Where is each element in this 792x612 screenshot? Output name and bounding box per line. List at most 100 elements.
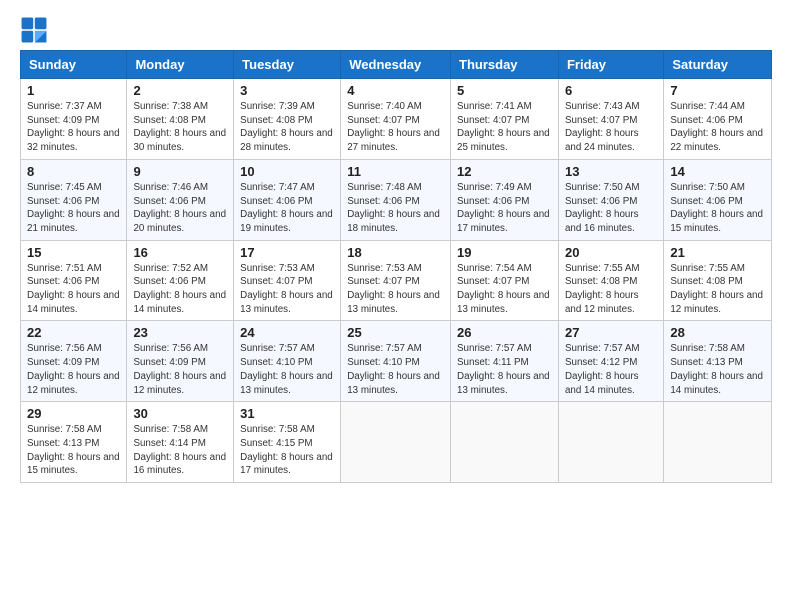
day-cell-1: 1Sunrise: 7:37 AMSunset: 4:09 PMDaylight…: [21, 79, 127, 160]
day-cell-27: 27 Sunrise: 7:57 AMSunset: 4:12 PMDayligh…: [558, 321, 663, 402]
header-saturday: Saturday: [664, 51, 772, 79]
day-number-6: 6: [565, 83, 657, 98]
day-cell-18: 18 Sunrise: 7:53 AMSunset: 4:07 PMDayligh…: [341, 240, 451, 321]
day-cell-25: 25 Sunrise: 7:57 AMSunset: 4:10 PMDayligh…: [341, 321, 451, 402]
day-detail-28: Sunrise: 7:58 AMSunset: 4:13 PMDaylight:…: [670, 342, 765, 397]
day-detail-30: Sunrise: 7:58 AMSunset: 4:14 PMDaylight:…: [133, 423, 227, 478]
day-cell-17: 17 Sunrise: 7:53 AMSunset: 4:07 PMDayligh…: [234, 240, 341, 321]
header-tuesday: Tuesday: [234, 51, 341, 79]
day-number-18: 18: [347, 245, 444, 260]
day-number-4: 4: [347, 83, 444, 98]
day-cell-10: 10Sunrise: 7:47 AMSunset: 4:06 PMDayligh…: [234, 159, 341, 240]
week-row-2: 8 Sunrise: 7:45 AMSunset: 4:06 PMDaylight…: [21, 159, 772, 240]
day-cell-29: 29 Sunrise: 7:58 AMSunset: 4:13 PMDayligh…: [21, 402, 127, 483]
day-number-21: 21: [670, 245, 765, 260]
day-detail-25: Sunrise: 7:57 AMSunset: 4:10 PMDaylight:…: [347, 342, 444, 397]
day-number-26: 26: [457, 325, 552, 340]
day-detail-19: Sunrise: 7:54 AMSunset: 4:07 PMDaylight:…: [457, 262, 552, 317]
day-detail-14: Sunrise: 7:50 AMSunset: 4:06 PMDaylight:…: [670, 181, 765, 236]
day-detail-12: Sunrise: 7:49 AMSunset: 4:06 PMDaylight:…: [457, 181, 552, 236]
day-detail-11: Sunrise: 7:48 AMSunset: 4:06 PMDaylight:…: [347, 181, 444, 236]
day-detail-22: Sunrise: 7:56 AMSunset: 4:09 PMDaylight:…: [27, 342, 120, 397]
day-number-13: 13: [565, 164, 657, 179]
day-cell-12: 12 Sunrise: 7:49 AMSunset: 4:06 PMDayligh…: [451, 159, 559, 240]
day-number-9: 9: [133, 164, 227, 179]
day-number-17: 17: [240, 245, 334, 260]
day-cell-5: 5 Sunrise: 7:41 AMSunset: 4:07 PMDaylight…: [451, 79, 559, 160]
day-detail-21: Sunrise: 7:55 AMSunset: 4:08 PMDaylight:…: [670, 262, 765, 317]
calendar-header: SundayMondayTuesdayWednesdayThursdayFrid…: [21, 51, 772, 79]
day-number-23: 23: [133, 325, 227, 340]
page: SundayMondayTuesdayWednesdayThursdayFrid…: [0, 0, 792, 612]
calendar: SundayMondayTuesdayWednesdayThursdayFrid…: [20, 50, 772, 483]
day-number-30: 30: [133, 406, 227, 421]
day-detail-31: Sunrise: 7:58 AMSunset: 4:15 PMDaylight:…: [240, 423, 334, 478]
week-row-5: 29 Sunrise: 7:58 AMSunset: 4:13 PMDayligh…: [21, 402, 772, 483]
day-number-7: 7: [670, 83, 765, 98]
day-cell-6: 6Sunrise: 7:43 AMSunset: 4:07 PMDaylight…: [558, 79, 663, 160]
calendar-body: 1Sunrise: 7:37 AMSunset: 4:09 PMDaylight…: [21, 79, 772, 483]
day-number-15: 15: [27, 245, 120, 260]
day-cell-8: 8 Sunrise: 7:45 AMSunset: 4:06 PMDaylight…: [21, 159, 127, 240]
day-number-14: 14: [670, 164, 765, 179]
day-cell-31: 31 Sunrise: 7:58 AMSunset: 4:15 PMDayligh…: [234, 402, 341, 483]
week-row-4: 22Sunrise: 7:56 AMSunset: 4:09 PMDayligh…: [21, 321, 772, 402]
header-wednesday: Wednesday: [341, 51, 451, 79]
day-detail-3: Sunrise: 7:39 AMSunset: 4:08 PMDaylight:…: [240, 100, 334, 155]
day-number-11: 11: [347, 164, 444, 179]
day-cell-23: 23 Sunrise: 7:56 AMSunset: 4:09 PMDayligh…: [127, 321, 234, 402]
day-number-29: 29: [27, 406, 120, 421]
day-detail-13: Sunrise: 7:50 AMSunset: 4:06 PMDaylight:…: [565, 181, 657, 236]
day-cell-16: 16Sunrise: 7:52 AMSunset: 4:06 PMDayligh…: [127, 240, 234, 321]
day-cell-22: 22Sunrise: 7:56 AMSunset: 4:09 PMDayligh…: [21, 321, 127, 402]
day-detail-17: Sunrise: 7:53 AMSunset: 4:07 PMDaylight:…: [240, 262, 334, 317]
day-detail-4: Sunrise: 7:40 AMSunset: 4:07 PMDaylight:…: [347, 100, 444, 155]
day-detail-8: Sunrise: 7:45 AMSunset: 4:06 PMDaylight:…: [27, 181, 120, 236]
header-row: SundayMondayTuesdayWednesdayThursdayFrid…: [21, 51, 772, 79]
empty-cell: [341, 402, 451, 483]
day-number-25: 25: [347, 325, 444, 340]
day-number-8: 8: [27, 164, 120, 179]
day-cell-13: 13 Sunrise: 7:50 AMSunset: 4:06 PMDayligh…: [558, 159, 663, 240]
day-cell-9: 9 Sunrise: 7:46 AMSunset: 4:06 PMDaylight…: [127, 159, 234, 240]
day-number-5: 5: [457, 83, 552, 98]
day-detail-29: Sunrise: 7:58 AMSunset: 4:13 PMDaylight:…: [27, 423, 120, 478]
day-number-27: 27: [565, 325, 657, 340]
day-cell-2: 2 Sunrise: 7:38 AMSunset: 4:08 PMDaylight…: [127, 79, 234, 160]
header-friday: Friday: [558, 51, 663, 79]
day-number-12: 12: [457, 164, 552, 179]
day-detail-5: Sunrise: 7:41 AMSunset: 4:07 PMDaylight:…: [457, 100, 552, 155]
day-number-31: 31: [240, 406, 334, 421]
logo-icon: [20, 16, 48, 44]
empty-cell: [558, 402, 663, 483]
day-cell-30: 30 Sunrise: 7:58 AMSunset: 4:14 PMDayligh…: [127, 402, 234, 483]
empty-cell: [664, 402, 772, 483]
day-detail-20: Sunrise: 7:55 AMSunset: 4:08 PMDaylight:…: [565, 262, 657, 317]
day-detail-15: Sunrise: 7:51 AMSunset: 4:06 PMDaylight:…: [27, 262, 120, 317]
day-cell-20: 20Sunrise: 7:55 AMSunset: 4:08 PMDayligh…: [558, 240, 663, 321]
day-detail-24: Sunrise: 7:57 AMSunset: 4:10 PMDaylight:…: [240, 342, 334, 397]
day-detail-2: Sunrise: 7:38 AMSunset: 4:08 PMDaylight:…: [133, 100, 227, 155]
day-number-16: 16: [133, 245, 227, 260]
day-cell-21: 21 Sunrise: 7:55 AMSunset: 4:08 PMDayligh…: [664, 240, 772, 321]
day-detail-23: Sunrise: 7:56 AMSunset: 4:09 PMDaylight:…: [133, 342, 227, 397]
day-detail-26: Sunrise: 7:57 AMSunset: 4:11 PMDaylight:…: [457, 342, 552, 397]
day-detail-7: Sunrise: 7:44 AMSunset: 4:06 PMDaylight:…: [670, 100, 765, 155]
day-detail-27: Sunrise: 7:57 AMSunset: 4:12 PMDaylight:…: [565, 342, 657, 397]
header-thursday: Thursday: [451, 51, 559, 79]
day-number-24: 24: [240, 325, 334, 340]
day-detail-1: Sunrise: 7:37 AMSunset: 4:09 PMDaylight:…: [27, 100, 120, 155]
day-cell-28: 28Sunrise: 7:58 AMSunset: 4:13 PMDayligh…: [664, 321, 772, 402]
logo: [20, 16, 52, 44]
day-cell-7: 7 Sunrise: 7:44 AMSunset: 4:06 PMDaylight…: [664, 79, 772, 160]
day-number-2: 2: [133, 83, 227, 98]
day-cell-19: 19Sunrise: 7:54 AMSunset: 4:07 PMDayligh…: [451, 240, 559, 321]
day-cell-24: 24 Sunrise: 7:57 AMSunset: 4:10 PMDayligh…: [234, 321, 341, 402]
day-detail-18: Sunrise: 7:53 AMSunset: 4:07 PMDaylight:…: [347, 262, 444, 317]
day-number-3: 3: [240, 83, 334, 98]
day-cell-26: 26 Sunrise: 7:57 AMSunset: 4:11 PMDayligh…: [451, 321, 559, 402]
day-detail-10: Sunrise: 7:47 AMSunset: 4:06 PMDaylight:…: [240, 181, 334, 236]
day-detail-9: Sunrise: 7:46 AMSunset: 4:06 PMDaylight:…: [133, 181, 227, 236]
empty-cell: [451, 402, 559, 483]
day-cell-11: 11 Sunrise: 7:48 AMSunset: 4:06 PMDayligh…: [341, 159, 451, 240]
